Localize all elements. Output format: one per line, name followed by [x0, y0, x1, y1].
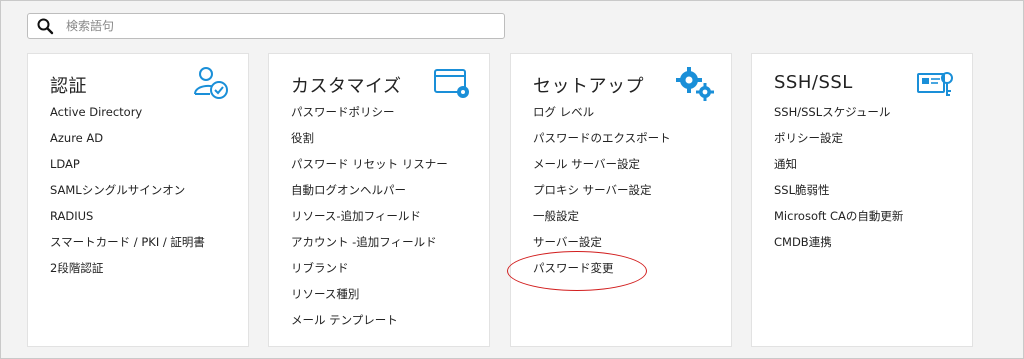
search-bar[interactable] [27, 13, 505, 39]
certificate-key-icon [917, 72, 953, 96]
list-item[interactable]: メール テンプレート [291, 310, 448, 336]
list-item[interactable]: Active Directory [50, 102, 205, 128]
gears-icon [676, 67, 714, 101]
list-item[interactable]: パスワードのエクスポート [533, 128, 671, 154]
list-item[interactable]: パスワード リセット リスナー [291, 154, 448, 180]
list-item[interactable]: SSL脆弱性 [774, 180, 903, 206]
list-item[interactable]: パスワードポリシー [291, 102, 448, 128]
search-input[interactable] [64, 18, 488, 34]
list-item[interactable]: 一般設定 [533, 206, 671, 232]
card-authentication: 認証 Active Directory Azure AD LDAP SAMLシン… [27, 53, 249, 347]
list-item[interactable]: リソース-追加フィールド [291, 206, 448, 232]
card-item-list: パスワードポリシー 役割 パスワード リセット リスナー 自動ログオンヘルパー … [291, 102, 448, 336]
list-item[interactable]: ポリシー設定 [774, 128, 903, 154]
card-title: SSH/SSL [774, 72, 853, 93]
list-item[interactable]: Microsoft CAの自動更新 [774, 206, 903, 232]
card-item-list: Active Directory Azure AD LDAP SAMLシングルサ… [50, 102, 205, 284]
search-icon [37, 18, 54, 35]
card-setup: セットアップ ログ レベル パスワードのエクスポート メール サーバー設定 プロ… [510, 53, 732, 347]
list-item[interactable]: リブランド [291, 258, 448, 284]
list-item[interactable]: アカウント -追加フィールド [291, 232, 448, 258]
list-item[interactable]: SAMLシングルサインオン [50, 180, 205, 206]
card-item-list: SSH/SSLスケジュール ポリシー設定 通知 SSL脆弱性 Microsoft… [774, 102, 903, 258]
list-item[interactable]: スマートカード / PKI / 証明書 [50, 232, 205, 258]
list-item[interactable]: Azure AD [50, 128, 205, 154]
list-item[interactable]: CMDB連携 [774, 232, 903, 258]
card-title: セットアップ [533, 76, 644, 97]
list-item[interactable]: 2段階認証 [50, 258, 205, 284]
highlight-ellipse [507, 251, 647, 291]
list-item[interactable]: LDAP [50, 154, 205, 180]
list-item[interactable]: RADIUS [50, 206, 205, 232]
list-item[interactable]: ログ レベル [533, 102, 671, 128]
list-item[interactable]: プロキシ サーバー設定 [533, 180, 671, 206]
list-item[interactable]: 自動ログオンヘルパー [291, 180, 448, 206]
list-item[interactable]: SSH/SSLスケジュール [774, 102, 903, 128]
list-item[interactable]: 役割 [291, 128, 448, 154]
list-item[interactable]: 通知 [774, 154, 903, 180]
card-title: カスタマイズ [291, 76, 402, 97]
card-customize: カスタマイズ パスワードポリシー 役割 パスワード リセット リスナー 自動ログ… [268, 53, 490, 347]
list-item[interactable]: リソース種別 [291, 284, 448, 310]
list-item[interactable]: メール サーバー設定 [533, 154, 671, 180]
user-check-icon [194, 67, 228, 99]
card-title: 認証 [50, 76, 87, 97]
card-ssh-ssl: SSH/SSL SSH/SSLスケジュール ポリシー設定 通知 SSL脆弱性 M… [751, 53, 973, 347]
window-gear-icon [434, 69, 469, 98]
